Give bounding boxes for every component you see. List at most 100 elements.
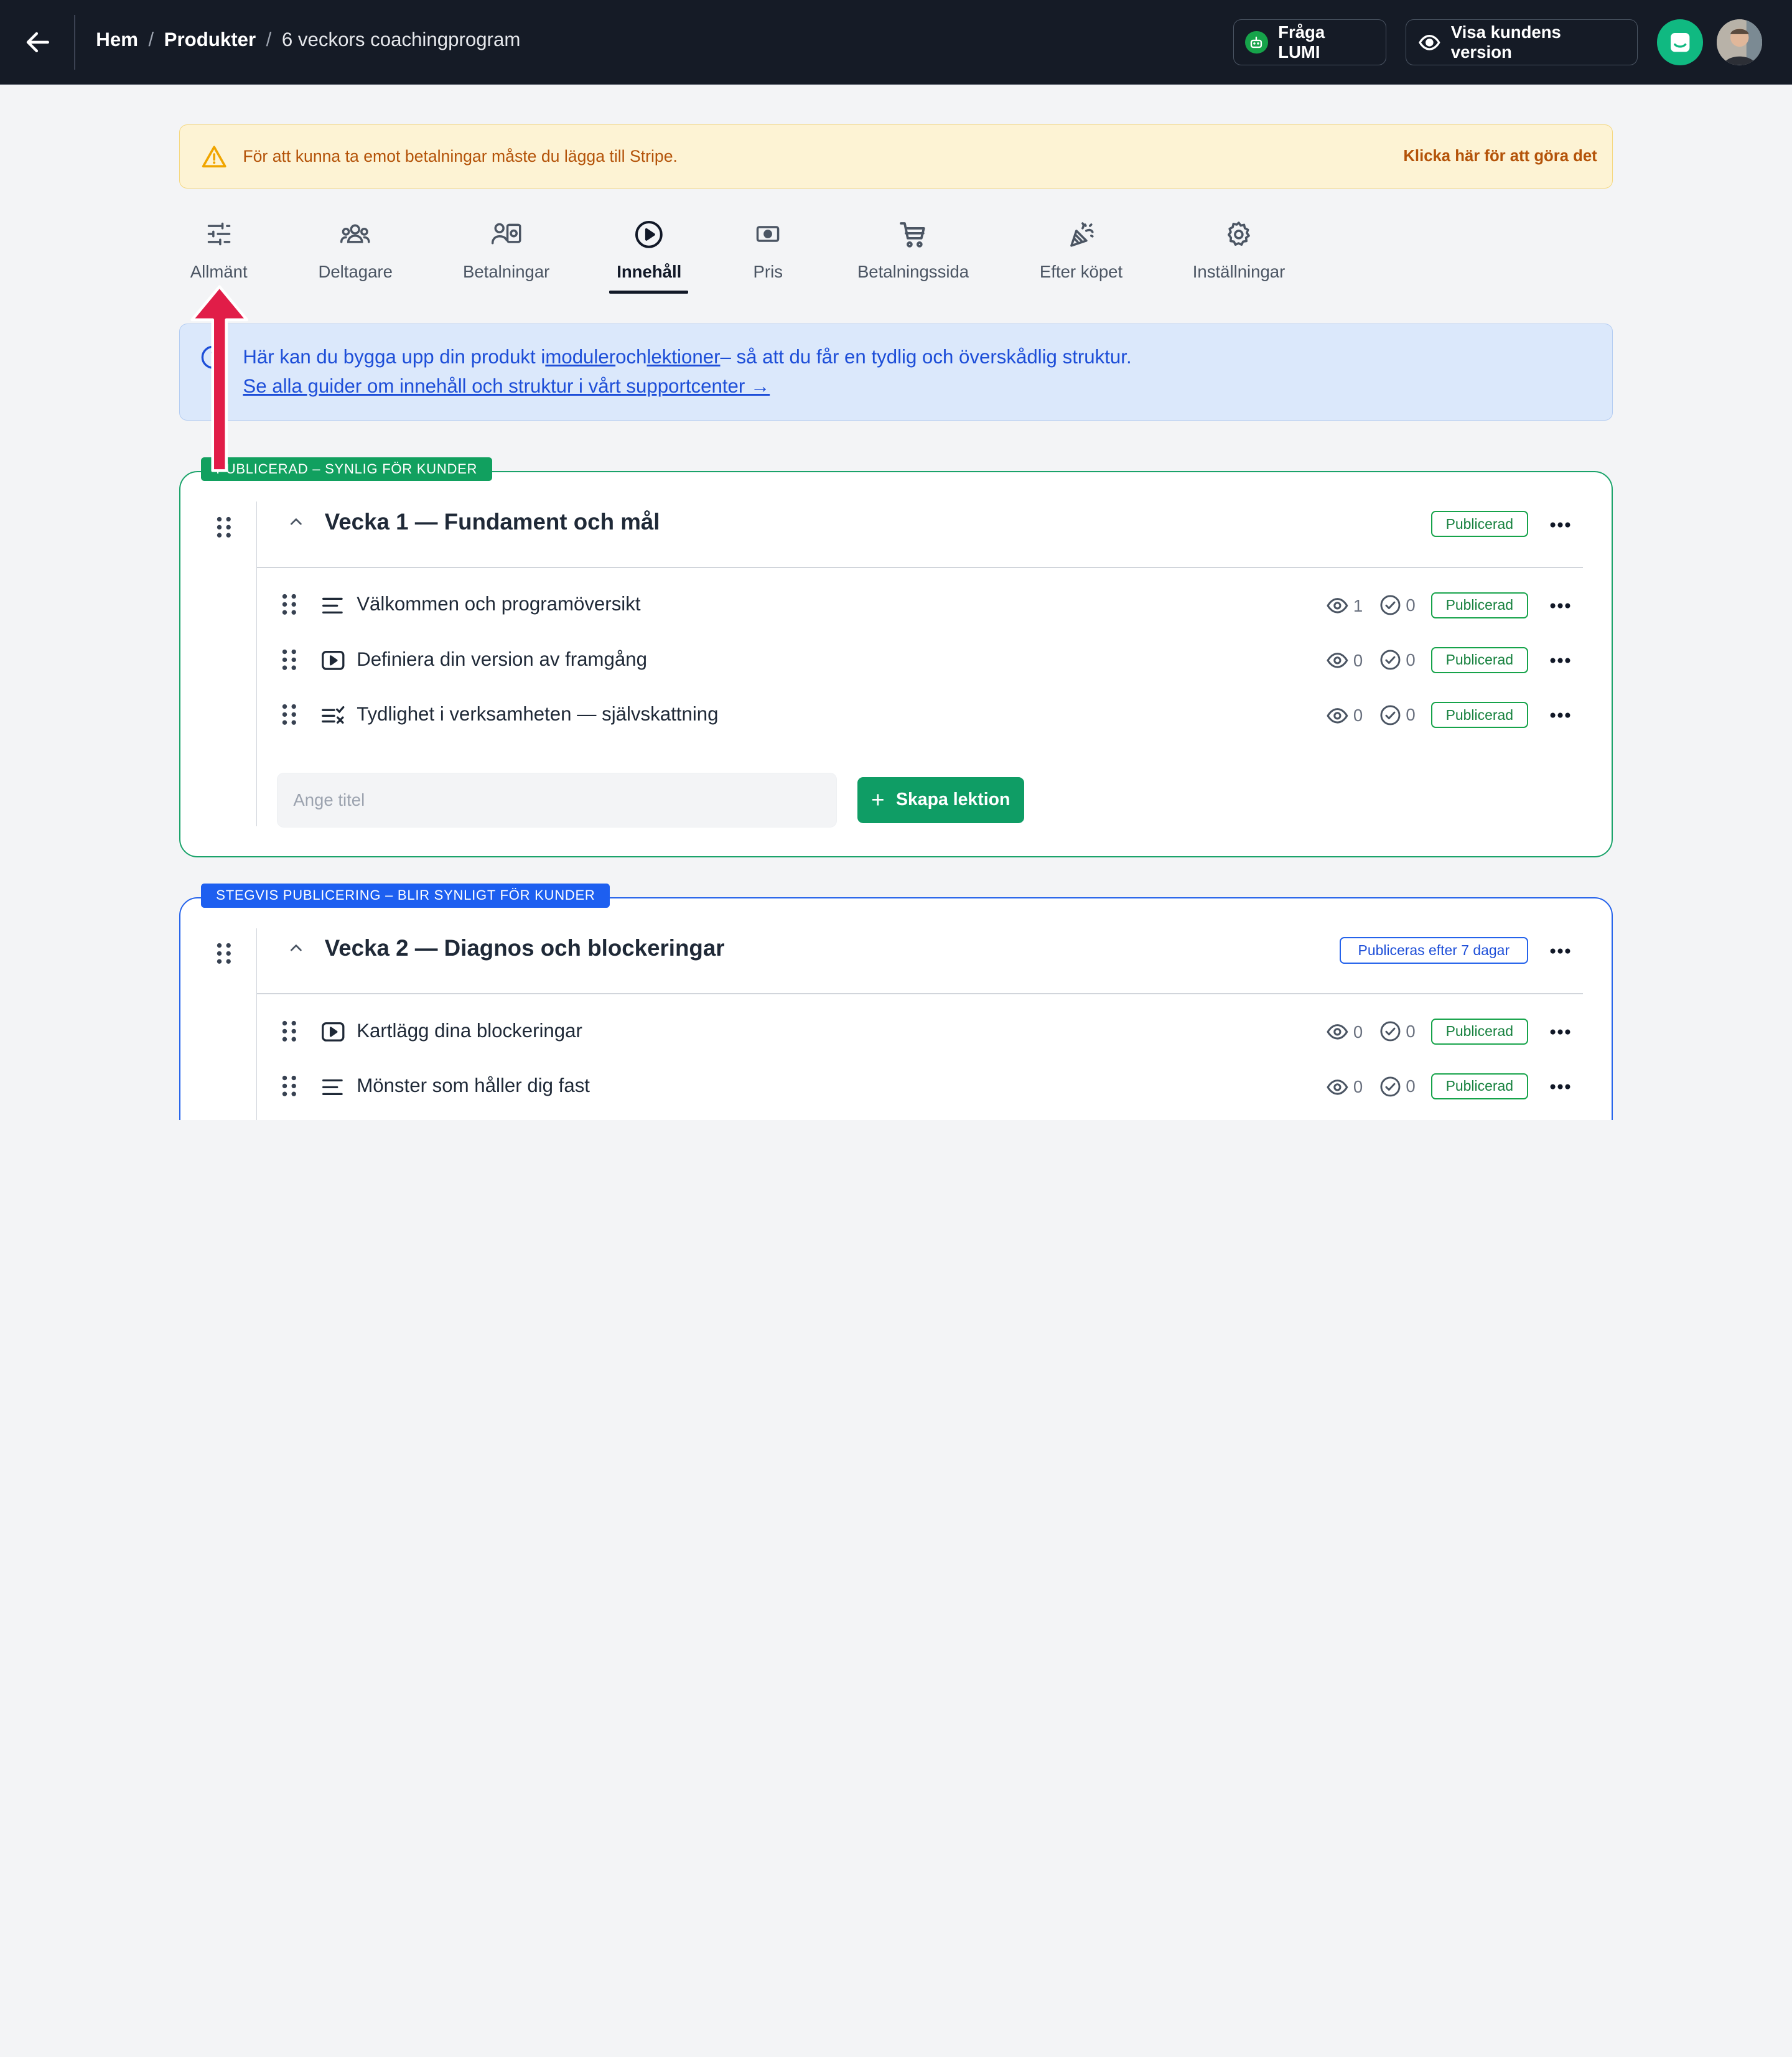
tab-innehall[interactable]: Innehåll	[612, 217, 687, 292]
drag-handle-icon[interactable]	[281, 648, 297, 676]
tab-label: Betalningssida	[857, 261, 969, 281]
warning-icon	[202, 146, 226, 168]
video-icon	[321, 649, 345, 677]
annotation-arrow-icon	[190, 285, 249, 473]
ask-lumi-button[interactable]: Fråga LUMI	[1233, 19, 1386, 65]
chat-button[interactable]	[1657, 19, 1703, 65]
completions-count: 0	[1406, 1076, 1416, 1096]
module-title[interactable]: Vecka 2 — Diagnos och blockeringar	[325, 935, 725, 961]
more-horizontal-icon	[1550, 1029, 1570, 1035]
drag-handle-icon[interactable]	[281, 703, 297, 731]
module-header: Vecka 2 — Diagnos och blockeringar	[284, 935, 725, 961]
eye-icon	[1327, 653, 1348, 669]
module-status-badge[interactable]: Publiceras efter 7 dagar	[1339, 937, 1528, 964]
tab-label: Betalningar	[462, 261, 550, 281]
payments-icon	[490, 217, 522, 251]
more-horizontal-icon	[1550, 1084, 1570, 1089]
back-button[interactable]	[21, 25, 55, 59]
topbar-divider	[74, 14, 76, 70]
drag-handle-icon[interactable]	[281, 1075, 297, 1103]
drag-handle-icon[interactable]	[216, 942, 232, 970]
avatar[interactable]	[1716, 19, 1763, 65]
module-card: STEGVIS PUBLICERING – BLIR SYNLIGT FÖR K…	[179, 883, 1613, 1120]
module-title[interactable]: Vecka 1 — Fundament och mål	[325, 509, 660, 535]
views-count: 0	[1353, 705, 1363, 725]
lesson-status-badge[interactable]: Publicerad	[1430, 1073, 1528, 1100]
lesson-title[interactable]: Välkommen och programöversikt	[357, 593, 640, 615]
drag-handle-icon[interactable]	[216, 516, 232, 544]
tab-betalningssida[interactable]: Betalningssida	[851, 217, 974, 292]
new-lesson-title-input[interactable]	[276, 772, 837, 828]
lesson-more-button[interactable]	[1545, 704, 1575, 727]
lesson-completions: 0	[1379, 704, 1416, 726]
tab-betalningar[interactable]: Betalningar	[459, 217, 554, 292]
add-stripe-link[interactable]: Klicka här för att göra det	[1403, 147, 1597, 166]
tab-label: Innehåll	[617, 261, 682, 281]
module-card: PUBLICERAD – SYNLIG FÖR KUNDER Vecka 1 —…	[179, 457, 1613, 857]
create-lesson-button[interactable]: + Skapa lektion	[857, 777, 1024, 823]
tab-efter-kopet[interactable]: Efter köpet	[1035, 217, 1127, 292]
modules-link[interactable]: moduler	[545, 346, 615, 368]
drag-handle-icon[interactable]	[281, 1020, 297, 1048]
tab-pris[interactable]: Pris	[749, 217, 787, 292]
check-circle-icon	[1380, 705, 1401, 725]
module-status-badge[interactable]: Publicerad	[1430, 511, 1528, 538]
eye-icon	[1418, 31, 1441, 54]
lesson-title[interactable]: Mönster som håller dig fast	[357, 1075, 590, 1097]
lesson-views: 0	[1326, 1076, 1363, 1099]
lesson-status-badge[interactable]: Publicerad	[1430, 701, 1528, 729]
support-center-link[interactable]: Se alla guider om innehåll och struktur …	[243, 375, 770, 398]
lumi-icon	[1245, 30, 1268, 54]
alert-text: För att kunna ta emot betalningar måste …	[243, 147, 678, 166]
play-circle-icon	[634, 217, 664, 251]
lesson-row[interactable]: Kartlägg dina blockeringar 0 0 Publicera…	[180, 1009, 1609, 1055]
lesson-more-button[interactable]	[1545, 649, 1575, 672]
lesson-row[interactable]: Välkommen och programöversikt 1 0 Public…	[180, 583, 1609, 628]
ask-lumi-label: Fråga LUMI	[1278, 22, 1325, 62]
eye-icon	[1327, 598, 1348, 613]
tab-installningar[interactable]: Inställningar	[1187, 217, 1290, 292]
collapse-module-button[interactable]	[284, 935, 309, 960]
lesson-more-button[interactable]	[1545, 1076, 1575, 1099]
views-count: 1	[1353, 595, 1363, 615]
breadcrumb-products[interactable]: Produkter	[164, 29, 256, 51]
arrow-left-icon	[26, 32, 49, 53]
lesson-more-button[interactable]	[1545, 1020, 1575, 1043]
lesson-completions: 0	[1379, 1076, 1416, 1098]
tab-label: Deltagare	[318, 261, 393, 281]
customer-view-button[interactable]: Visa kundens version	[1406, 19, 1638, 65]
views-count: 0	[1353, 650, 1363, 670]
lesson-row[interactable]: Tydlighet i verksamheten — självskattnin…	[180, 693, 1609, 738]
banknote-icon	[754, 217, 782, 251]
lessons-link[interactable]: lektioner	[646, 346, 720, 368]
module-more-button[interactable]	[1545, 513, 1575, 536]
module-more-button[interactable]	[1545, 940, 1575, 963]
check-circle-icon	[1380, 1021, 1401, 1042]
lesson-completions: 0	[1379, 594, 1416, 616]
quiz-icon	[321, 704, 345, 732]
lesson-title[interactable]: Kartlägg dina blockeringar	[357, 1020, 582, 1042]
lesson-status-badge[interactable]: Publicerad	[1430, 592, 1528, 618]
lesson-status-badge[interactable]: Publicerad	[1430, 646, 1528, 673]
content-info-box: Här kan du bygga upp din produkt imodule…	[179, 323, 1613, 421]
lesson-title[interactable]: Definiera din version av framgång	[357, 648, 647, 671]
module-header-divider	[257, 567, 1584, 568]
lesson-title[interactable]: Tydlighet i verksamheten — självskattnin…	[357, 703, 718, 725]
collapse-module-button[interactable]	[284, 509, 309, 534]
page: Hem / Produkter / 6 veckors coachingprog…	[0, 0, 1792, 1120]
drag-handle-icon[interactable]	[281, 593, 297, 621]
tab-deltagare[interactable]: Deltagare	[315, 217, 396, 292]
sliders-icon	[205, 217, 233, 251]
lesson-row[interactable]: Definiera din version av framgång 0 0 Pu…	[180, 638, 1609, 683]
breadcrumb-home[interactable]: Hem	[96, 29, 138, 51]
info-text: Här kan du bygga upp din produkt imodule…	[243, 346, 1131, 368]
tab-allmant[interactable]: Allmänt	[186, 217, 251, 292]
check-circle-icon	[1380, 1076, 1401, 1096]
lesson-more-button[interactable]	[1545, 594, 1575, 617]
lesson-status-badge[interactable]: Publicerad	[1430, 1018, 1528, 1045]
stripe-warning-alert: För att kunna ta emot betalningar måste …	[179, 124, 1613, 189]
active-tab-indicator	[609, 290, 688, 294]
lesson-row[interactable]: Mönster som håller dig fast 0 0 Publicer…	[180, 1064, 1609, 1109]
chat-icon	[1670, 32, 1690, 52]
check-circle-icon	[1380, 650, 1401, 670]
